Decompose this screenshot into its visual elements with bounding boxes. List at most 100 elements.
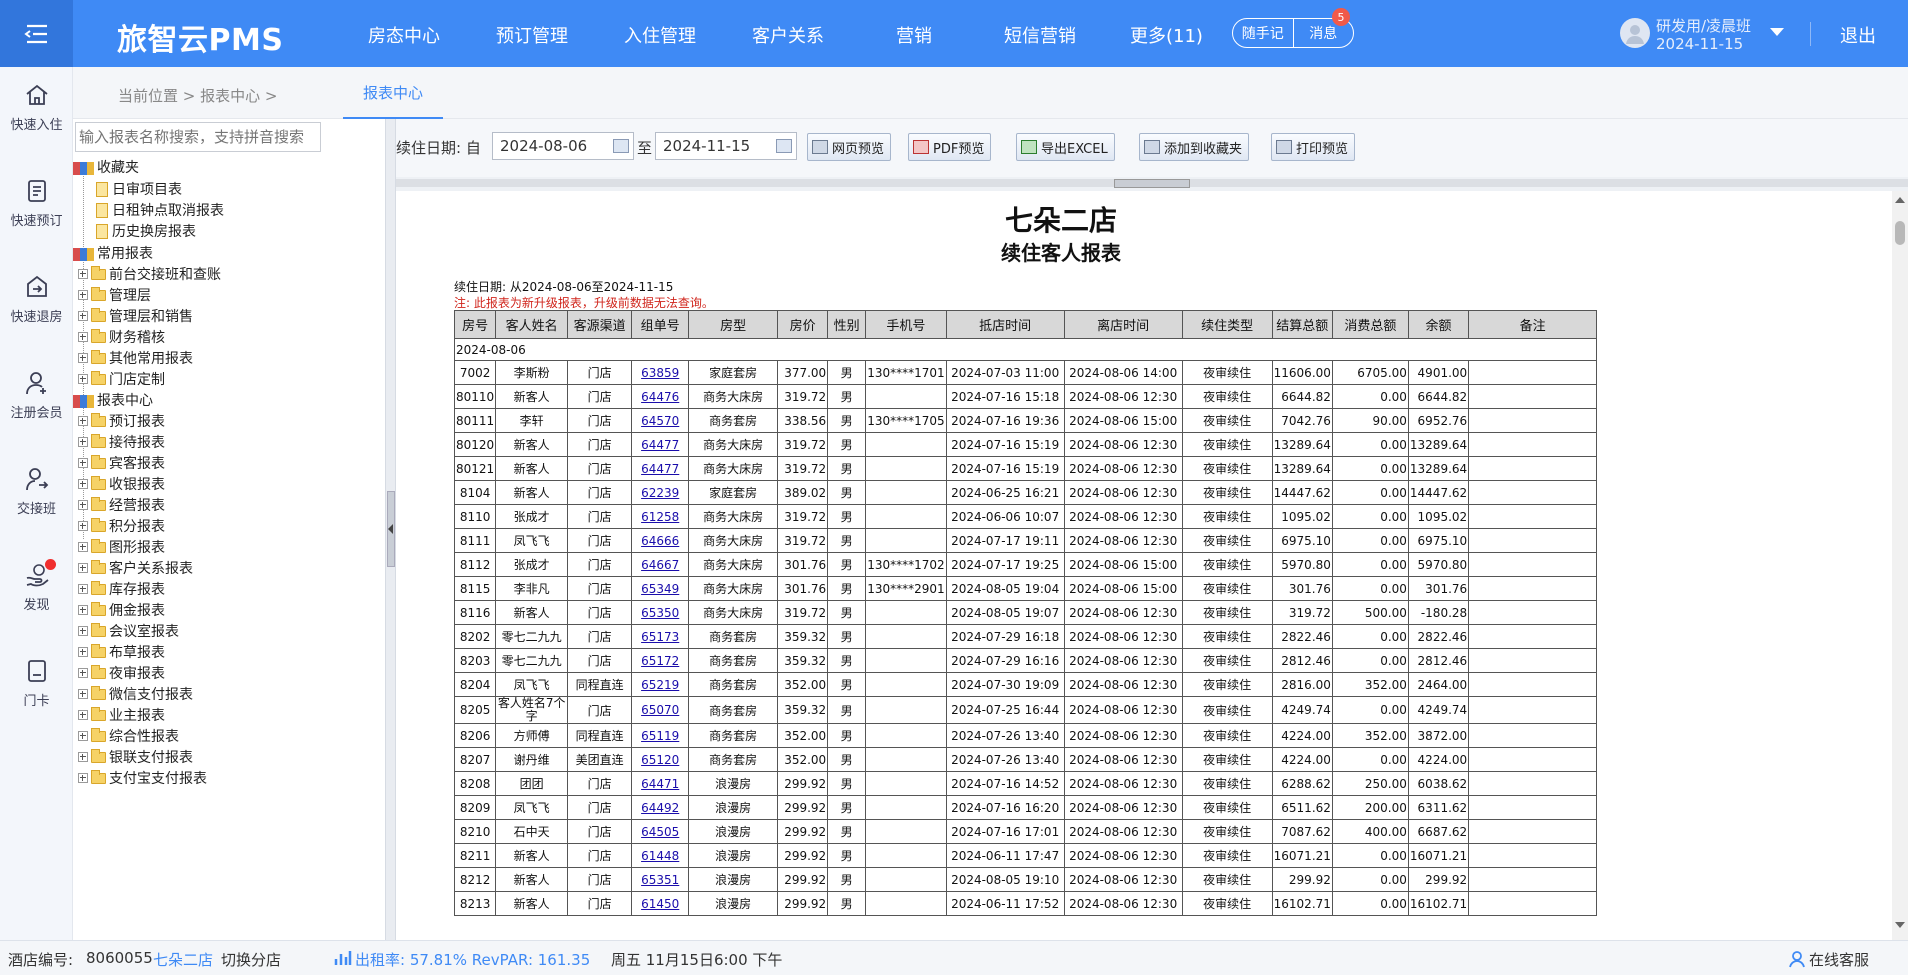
sidebar-item-quick-checkin[interactable]: 快速入住 (0, 67, 73, 147)
sidebar-item-register-member[interactable]: 注册会员 (0, 355, 73, 435)
expand-icon[interactable] (78, 710, 88, 720)
tree-folder[interactable]: 客户关系报表 (78, 558, 193, 578)
order-number-link[interactable]: 64476 (631, 384, 690, 409)
tree-folder[interactable]: 前台交接班和查账 (78, 264, 221, 284)
switch-store-button[interactable]: 切换分店 (221, 949, 281, 970)
expand-icon[interactable] (78, 752, 88, 762)
pdf-preview-button[interactable]: PDF预览 (908, 133, 992, 161)
tree-folder[interactable]: 宾客报表 (78, 453, 165, 473)
expand-icon[interactable] (78, 647, 88, 657)
tree-leaf-favorite[interactable]: 日审项目表 (96, 179, 182, 199)
scroll-down-icon[interactable] (1895, 922, 1905, 928)
order-number-link[interactable]: 65351 (631, 867, 690, 892)
tree-folder[interactable]: 财务稽核 (78, 327, 165, 347)
expand-icon[interactable] (78, 626, 88, 636)
order-number-link[interactable]: 65172 (631, 648, 690, 673)
order-number-link[interactable]: 65120 (631, 747, 690, 772)
sidebar-item-discover[interactable]: 发现 (0, 547, 73, 627)
tree-folder[interactable]: 综合性报表 (78, 726, 179, 746)
expand-icon[interactable] (78, 437, 88, 447)
expand-icon[interactable] (78, 374, 88, 384)
expand-icon[interactable] (78, 731, 88, 741)
scroll-up-icon[interactable] (1895, 197, 1905, 203)
expand-icon[interactable] (78, 689, 88, 699)
expand-icon[interactable] (78, 521, 88, 531)
order-number-link[interactable]: 61258 (631, 504, 690, 529)
expand-icon[interactable] (78, 311, 88, 321)
expand-icon[interactable] (78, 290, 88, 300)
tab-report-center[interactable]: 报表中心 (343, 67, 443, 119)
tree-folder[interactable]: 库存报表 (78, 579, 165, 599)
expand-icon[interactable] (78, 416, 88, 426)
sidebar-item-shift-handover[interactable]: 交接班 (0, 451, 73, 531)
expand-icon[interactable] (78, 563, 88, 573)
tree-folder[interactable]: 布草报表 (78, 642, 165, 662)
tree-folder[interactable]: 管理层和销售 (78, 306, 193, 326)
order-number-link[interactable]: 65350 (631, 600, 690, 625)
order-number-link[interactable]: 63859 (631, 360, 690, 385)
report-search-input[interactable] (75, 122, 321, 152)
tree-folder[interactable]: 收银报表 (78, 474, 165, 494)
date-to-input[interactable]: 2024-11-15 (655, 132, 797, 160)
tree-folder[interactable]: 经营报表 (78, 495, 165, 515)
nav-crm[interactable]: 客户关系 (752, 22, 824, 48)
expand-icon[interactable] (78, 269, 88, 279)
scrollbar-thumb[interactable] (1895, 221, 1905, 245)
expand-icon[interactable] (78, 668, 88, 678)
tree-node-report-center[interactable]: 报表中心 (73, 390, 153, 410)
sidebar-item-quick-booking[interactable]: 快速预订 (0, 163, 73, 243)
tree-leaf-favorite[interactable]: 日租钟点取消报表 (96, 200, 224, 220)
order-number-link[interactable]: 64570 (631, 408, 690, 433)
expand-icon[interactable] (78, 458, 88, 468)
order-number-link[interactable]: 61448 (631, 843, 690, 868)
expand-icon[interactable] (78, 605, 88, 615)
chevron-down-icon[interactable] (1770, 28, 1784, 36)
tree-folder[interactable]: 业主报表 (78, 705, 165, 725)
tree-folder[interactable]: 佣金报表 (78, 600, 165, 620)
tree-folder[interactable]: 积分报表 (78, 516, 165, 536)
order-number-link[interactable]: 65119 (631, 723, 690, 748)
calendar-icon[interactable] (776, 139, 792, 153)
tree-folder[interactable]: 门店定制 (78, 369, 165, 389)
calendar-icon[interactable] (613, 139, 629, 153)
export-excel-button[interactable]: 导出EXCEL (1016, 133, 1115, 161)
vertical-scrollbar[interactable] (1892, 191, 1908, 940)
tree-folder[interactable]: 微信支付报表 (78, 684, 193, 704)
order-number-link[interactable]: 64666 (631, 528, 690, 553)
web-preview-button[interactable]: 网页预览 (807, 133, 892, 161)
tree-folder[interactable]: 银联支付报表 (78, 747, 193, 767)
tree-folder[interactable]: 图形报表 (78, 537, 165, 557)
sidebar-item-door-card[interactable]: 门卡 (0, 643, 73, 723)
expand-icon[interactable] (78, 500, 88, 510)
expand-icon[interactable] (78, 542, 88, 552)
expand-icon[interactable] (78, 584, 88, 594)
user-name[interactable]: 研发用/凌晨班 (1656, 15, 1751, 36)
order-number-link[interactable]: 64505 (631, 819, 690, 844)
order-number-link[interactable]: 65173 (631, 624, 690, 649)
tree-folder[interactable]: 会议室报表 (78, 621, 179, 641)
tree-folder[interactable]: 管理层 (78, 285, 151, 305)
panel-splitter[interactable] (386, 119, 396, 940)
tree-leaf-favorite[interactable]: 历史换房报表 (96, 221, 196, 241)
date-from-input[interactable]: 2024-08-06 (492, 132, 634, 160)
order-number-link[interactable]: 64667 (631, 552, 690, 577)
order-number-link[interactable]: 65070 (631, 696, 690, 724)
expand-icon[interactable] (78, 773, 88, 783)
tree-folder[interactable]: 夜审报表 (78, 663, 165, 683)
logout-button[interactable]: 退出 (1840, 22, 1876, 48)
expand-icon[interactable] (78, 479, 88, 489)
order-number-link[interactable]: 65349 (631, 576, 690, 601)
nav-booking[interactable]: 预订管理 (496, 22, 568, 48)
memo-button[interactable]: 随手记 (1233, 19, 1293, 47)
order-number-link[interactable]: 61450 (631, 891, 690, 916)
collapse-panel-handle[interactable] (387, 491, 395, 567)
order-number-link[interactable]: 64477 (631, 432, 690, 457)
sidebar-item-quick-checkout[interactable]: 快速退房 (0, 259, 73, 339)
tree-folder[interactable]: 支付宝支付报表 (78, 768, 207, 788)
collapse-toolbar-button[interactable] (1114, 179, 1190, 188)
order-number-link[interactable]: 64477 (631, 456, 690, 481)
nav-more[interactable]: 更多(11) (1130, 22, 1203, 48)
order-number-link[interactable]: 65219 (631, 672, 690, 697)
add-to-favorites-button[interactable]: 添加到收藏夹 (1139, 133, 1250, 161)
online-service-button[interactable]: 在线客服 (1809, 949, 1869, 970)
